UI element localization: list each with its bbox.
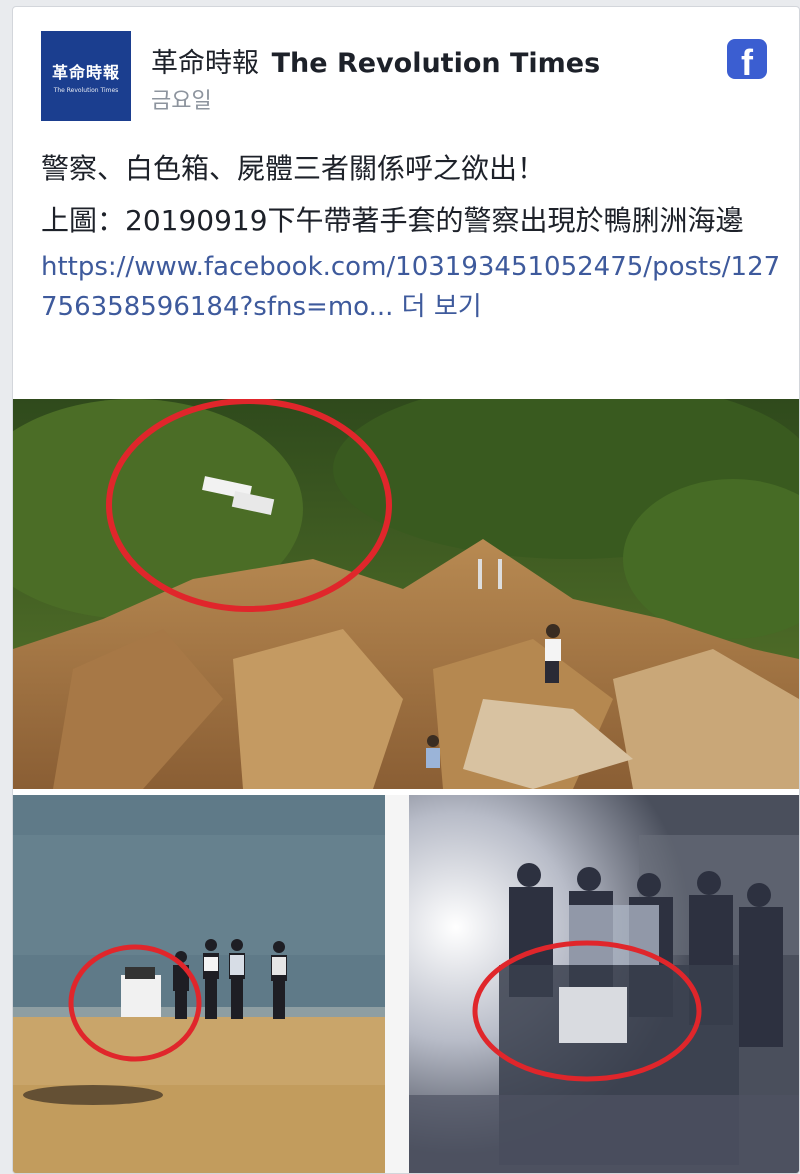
see-more-link[interactable]: 더 보기 <box>393 292 482 322</box>
facebook-icon: f <box>727 39 767 79</box>
avatar-logo-text: 革命時報 <box>51 62 120 82</box>
post-link-line: https://www.facebook.com/103193451052475… <box>41 247 781 327</box>
page-name-cn: 革命時報 <box>151 48 259 79</box>
photo-separator <box>385 795 409 1173</box>
post-body: 警察、白色箱、屍體三者關係呼之欲出！ 上圖：20190919下午帶著手套的警察出… <box>41 149 781 327</box>
photo-crowd[interactable] <box>409 795 799 1173</box>
photo-grid <box>13 399 799 1173</box>
post-timestamp[interactable]: 금요일 <box>151 83 212 115</box>
post-card: 革命時報 The Revolution Times 革命時報 The Revol… <box>12 6 800 1174</box>
photo-beach[interactable] <box>13 795 385 1173</box>
post-text-line-2: 上圖：20190919下午帶著手套的警察出現於鴨脷洲海邊 <box>41 204 744 237</box>
page-avatar[interactable]: 革命時報 The Revolution Times <box>41 31 131 121</box>
avatar-logo-subtext: The Revolution Times <box>53 86 119 94</box>
post-header: 革命時報 The Revolution Times 革命時報 The Revol… <box>13 7 799 132</box>
page-name-link[interactable]: 革命時報 The Revolution Times <box>151 41 600 80</box>
page-name-en: The Revolution Times <box>271 48 601 79</box>
post-text-line-1: 警察、白色箱、屍體三者關係呼之欲出！ <box>41 152 546 185</box>
photo-cliff[interactable] <box>13 399 799 789</box>
